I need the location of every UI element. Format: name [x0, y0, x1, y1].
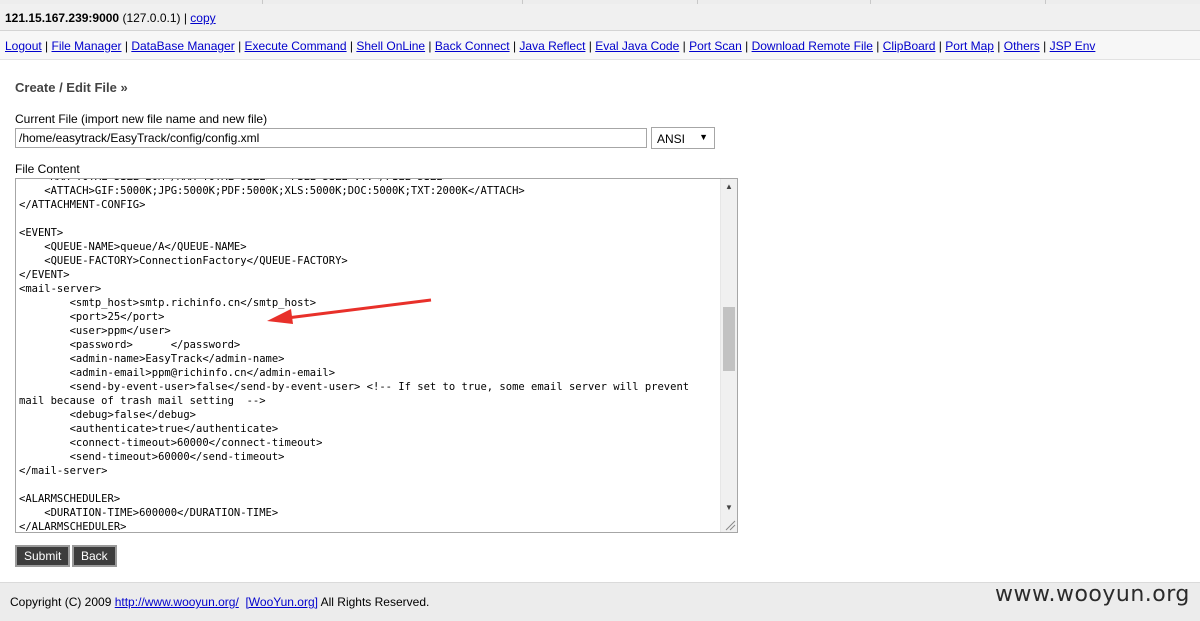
nav-link-file-manager[interactable]: File Manager	[52, 39, 122, 53]
code-line: <password> </password>	[19, 339, 241, 351]
code-line: <admin-name>EasyTrack</admin-name>	[19, 353, 285, 365]
annotation-arrow-icon	[267, 298, 432, 324]
copyright-text: Copyright (C) 2009 http://www.wooyun.org…	[10, 595, 429, 609]
dropdown-arrow-icon: ▼	[699, 132, 708, 142]
nav-link-java-reflect[interactable]: Java Reflect	[519, 39, 585, 53]
code-line: <port>25</port>	[19, 311, 165, 323]
nav-link-shell-online[interactable]: Shell OnLine	[356, 39, 425, 53]
code-line: <debug>false</debug>	[19, 409, 197, 421]
nav-separator: |	[509, 39, 520, 53]
server-host: 121.15.167.239:9000 (127.0.0.1) | copy	[5, 11, 216, 25]
vertical-scrollbar[interactable]: ▲ ▼	[720, 179, 737, 532]
nav-separator: |	[872, 39, 883, 53]
nav-link-clipboard[interactable]: ClipBoard	[883, 39, 936, 53]
nav-separator: |	[935, 39, 946, 53]
nav-link-execute-command[interactable]: Execute Command	[245, 39, 347, 53]
nav-links: Logout | File Manager | DataBase Manager…	[5, 39, 1095, 53]
scrollbar-thumb[interactable]	[723, 307, 735, 371]
code-line: <EVENT>	[19, 227, 64, 239]
code-line: mail because of trash mail setting -->	[19, 395, 266, 407]
code-line: <MAX-TOTAL-SIZE>20M</MAX-TOTAL-SIZE> <FI…	[19, 179, 449, 183]
code-line: <ATTACH>GIF:5000K;JPG:5000K;PDF:5000K;XL…	[19, 185, 525, 197]
code-line: </ATTACHMENT-CONFIG>	[19, 199, 146, 211]
nav-separator: |	[346, 39, 357, 53]
current-file-label: Current File (import new file name and n…	[15, 112, 268, 126]
code-line: <ALARMSCHEDULER>	[19, 493, 121, 505]
submit-button[interactable]: Submit	[15, 545, 71, 567]
nav-link-port-scan[interactable]: Port Scan	[689, 39, 742, 53]
nav-separator: |	[41, 39, 52, 53]
watermark: www.wooyun.org	[995, 582, 1190, 607]
file-content-textarea[interactable]: <MAX-TOTAL-SIZE>20M</MAX-TOTAL-SIZE> <FI…	[15, 178, 738, 533]
server-info-bar: 121.15.167.239:9000 (127.0.0.1) | copy	[0, 4, 1200, 31]
nav-link-database-manager[interactable]: DataBase Manager	[131, 39, 234, 53]
current-file-input[interactable]	[15, 128, 647, 148]
code-line: <QUEUE-FACTORY>ConnectionFactory</QUEUE-…	[19, 255, 348, 267]
copyright-suffix: All Rights Reserved.	[317, 595, 430, 609]
nav-separator: |	[741, 39, 752, 53]
nav-separator: |	[234, 39, 245, 53]
code-line: </EVENT>	[19, 269, 70, 281]
copy-link[interactable]: copy	[190, 11, 215, 25]
code-line: <send-timeout>60000</send-timeout>	[19, 451, 285, 463]
nav-separator: |	[121, 39, 132, 53]
local-ip-text: (127.0.0.1) |	[122, 11, 187, 25]
nav-link-back-connect[interactable]: Back Connect	[435, 39, 510, 53]
nav-separator: |	[679, 39, 690, 53]
wooyun-site-link[interactable]: http://www.wooyun.org/	[115, 595, 239, 609]
code-line: <send-by-event-user>false</send-by-event…	[19, 381, 690, 393]
code-line: <DURATION-TIME>600000</DURATION-TIME>	[19, 507, 279, 519]
copyright-prefix: Copyright (C) 2009	[10, 595, 115, 609]
code-line: <connect-timeout>60000</connect-timeout>	[19, 437, 323, 449]
code-line: <admin-email>ppm@richinfo.cn</admin-emai…	[19, 367, 336, 379]
page-title: Create / Edit File »	[15, 80, 128, 95]
main-nav: Logout | File Manager | DataBase Manager…	[0, 31, 1200, 60]
code-line: <user>ppm</user>	[19, 325, 171, 337]
back-button[interactable]: Back	[72, 545, 117, 567]
code-line: <authenticate>true</authenticate>	[19, 423, 279, 435]
nav-link-eval-java-code[interactable]: Eval Java Code	[595, 39, 679, 53]
nav-link-jsp-env[interactable]: JSP Env	[1050, 39, 1096, 53]
encoding-value: ANSI	[657, 132, 686, 146]
nav-link-logout[interactable]: Logout	[5, 39, 42, 53]
scroll-up-arrow-icon[interactable]: ▲	[725, 182, 733, 191]
nav-link-port-map[interactable]: Port Map	[945, 39, 994, 53]
code-line: <QUEUE-NAME>queue/A</QUEUE-NAME>	[19, 241, 247, 253]
nav-link-others[interactable]: Others	[1004, 39, 1040, 53]
nav-separator: |	[425, 39, 435, 53]
nav-separator: |	[585, 39, 596, 53]
code-line: </mail-server>	[19, 465, 108, 477]
scroll-down-arrow-icon[interactable]: ▼	[725, 503, 733, 512]
resize-grip-icon[interactable]	[724, 519, 736, 531]
server-address: 121.15.167.239:9000	[5, 11, 120, 25]
encoding-select[interactable]: ANSI ▼	[651, 127, 715, 149]
nav-separator: |	[1039, 39, 1050, 53]
nav-link-download-remote-file[interactable]: Download Remote File	[752, 39, 873, 53]
nav-separator: |	[993, 39, 1004, 53]
code-line: <mail-server>	[19, 283, 102, 295]
file-content-text: <MAX-TOTAL-SIZE>20M</MAX-TOTAL-SIZE> <FI…	[19, 179, 719, 533]
wooyun-brand-link[interactable]: [WooYun.org]	[245, 595, 318, 609]
code-line: </ALARMSCHEDULER>	[19, 521, 127, 533]
file-content-label: File Content	[15, 162, 80, 176]
